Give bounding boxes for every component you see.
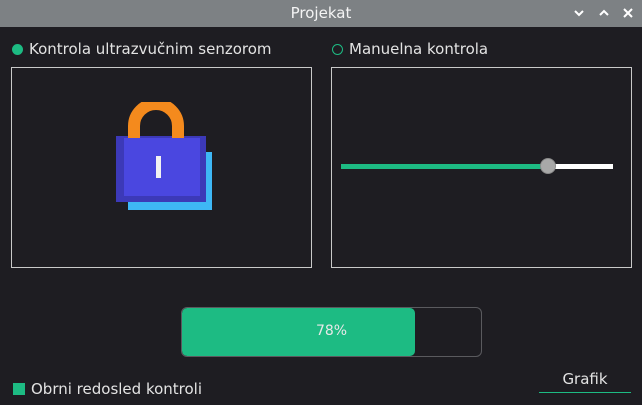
progress-label: 78% bbox=[315, 323, 348, 339]
maximize-icon bbox=[599, 9, 609, 16]
main-window: Kontrola ultrazvučnim senzorom Manuelna … bbox=[0, 27, 642, 405]
radio-unchecked-indicator bbox=[332, 43, 343, 55]
checkbox-checked-indicator bbox=[13, 383, 25, 395]
manual-panel bbox=[331, 67, 632, 268]
slider-track-remaining bbox=[548, 164, 613, 169]
ultrasonic-panel bbox=[11, 67, 312, 268]
maximize-button[interactable] bbox=[594, 3, 614, 23]
close-icon bbox=[623, 8, 633, 18]
ultrasonic-mode-radio[interactable]: Kontrola ultrazvučnim senzorom bbox=[12, 40, 272, 58]
title-bar[interactable]: Projekat bbox=[0, 0, 642, 27]
radio-checked-indicator bbox=[12, 43, 23, 55]
reverse-order-label: Obrni redosled kontroli bbox=[31, 380, 203, 398]
lock-icon bbox=[114, 102, 214, 210]
close-button[interactable] bbox=[618, 3, 638, 23]
progress-bar: 78% bbox=[181, 307, 482, 357]
manual-mode-radio[interactable]: Manuelna kontrola bbox=[332, 40, 488, 58]
minimize-button[interactable] bbox=[569, 3, 589, 23]
manual-control-slider[interactable] bbox=[341, 152, 613, 182]
window-title: Projekat bbox=[290, 4, 352, 22]
tab-grafik[interactable]: Grafik bbox=[539, 367, 631, 393]
reverse-order-checkbox[interactable]: Obrni redosled kontroli bbox=[13, 380, 202, 398]
ultrasonic-mode-label: Kontrola ultrazvučnim senzorom bbox=[29, 40, 272, 58]
slider-handle[interactable] bbox=[540, 158, 556, 174]
slider-track-filled bbox=[341, 164, 548, 169]
minimize-icon bbox=[574, 10, 584, 17]
manual-mode-label: Manuelna kontrola bbox=[349, 40, 489, 58]
